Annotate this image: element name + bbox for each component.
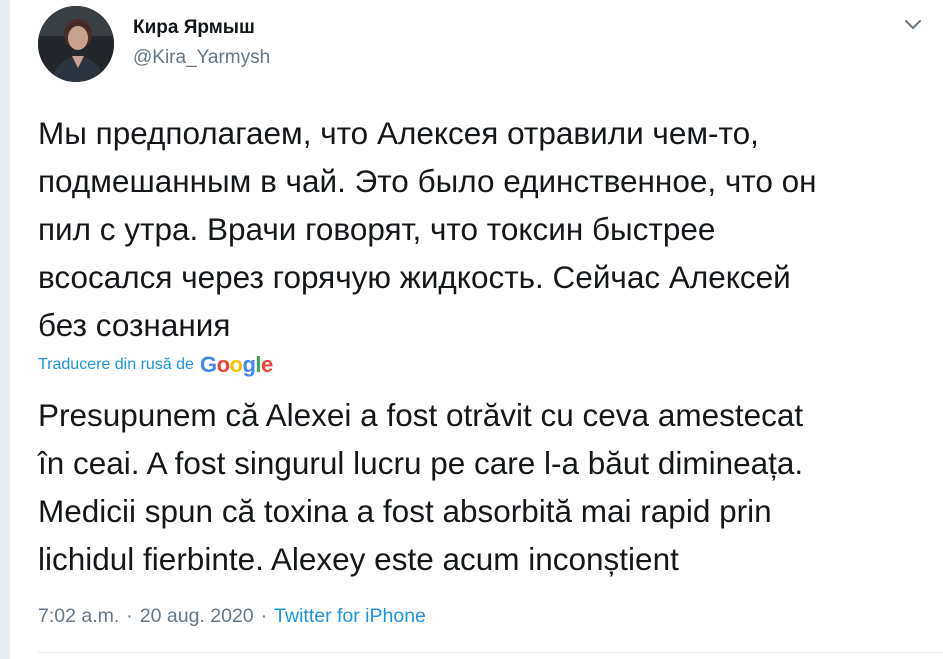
translated-text: Presupunem că Alexei a fost otrăvit cu c… xyxy=(38,397,804,577)
chevron-down-icon xyxy=(905,20,921,29)
author-display-name[interactable]: Кира Ярмыш xyxy=(133,16,255,40)
left-panel-edge xyxy=(0,0,10,659)
tweet-menu-button[interactable] xyxy=(900,12,926,38)
tweet-metadata: 7:02 a.m. · 20 aug. 2020 · Twitter for i… xyxy=(38,603,426,629)
tweet-text: Мы предполагаем, что Алексея отравили че… xyxy=(38,115,817,343)
tweet-source-link[interactable]: Twitter for iPhone xyxy=(274,603,426,629)
author-avatar[interactable] xyxy=(38,6,114,82)
google-logo: Google xyxy=(199,352,273,377)
author-handle[interactable]: @Kira_Yarmysh xyxy=(133,46,270,70)
tweet-time[interactable]: 7:02 a.m. xyxy=(38,603,119,629)
tweet-date[interactable]: 20 aug. 2020 xyxy=(140,603,254,629)
user-avatar-icon xyxy=(38,6,114,82)
translation-link[interactable]: Traducere din rusă de xyxy=(38,356,194,374)
meta-separator: · xyxy=(126,605,133,627)
divider xyxy=(38,652,943,653)
translation-attribution: Traducere din rusă de Google xyxy=(38,350,273,380)
meta-separator: · xyxy=(260,605,268,627)
